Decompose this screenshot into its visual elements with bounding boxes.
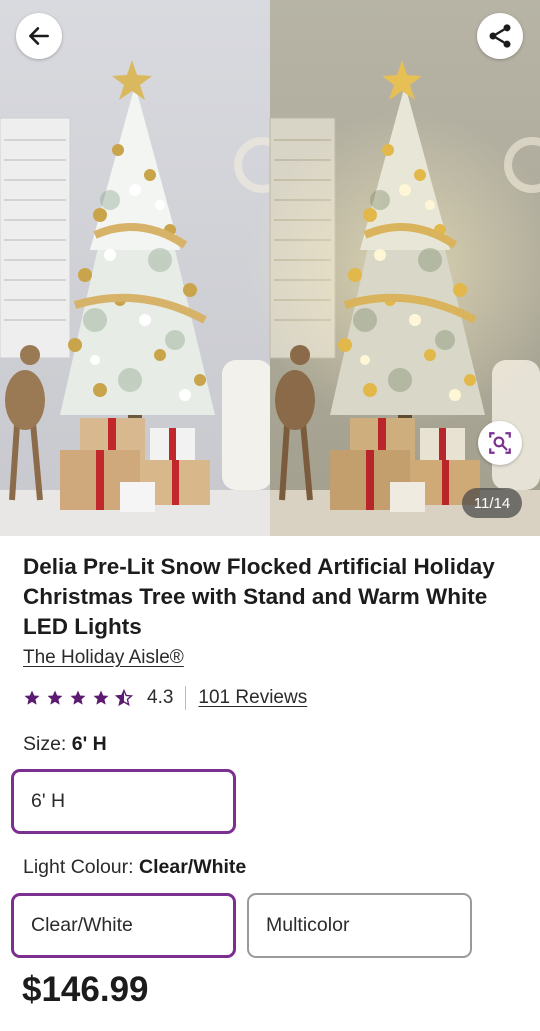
- light-colour-label-text: Light Colour:: [23, 856, 134, 878]
- light-option-multicolor[interactable]: Multicolor: [247, 893, 472, 958]
- star-rating: [23, 689, 133, 707]
- light-colour-label: Light Colour: Clear/White: [23, 856, 246, 879]
- star-icon: [24, 690, 40, 705]
- light-option-label: Clear/White: [31, 914, 133, 936]
- size-label: Size: 6' H: [23, 733, 107, 756]
- rating-row: 4.3 101 Reviews: [23, 684, 307, 712]
- size-option-label: 6' H: [31, 790, 66, 812]
- rating-value: 4.3: [147, 687, 174, 708]
- reviews-link[interactable]: 101 Reviews: [198, 687, 307, 709]
- product-title: Delia Pre-Lit Snow Flocked Artificial Ho…: [23, 554, 495, 639]
- brand-link[interactable]: The Holiday Aisle®: [23, 647, 184, 669]
- back-button[interactable]: [16, 13, 62, 59]
- image-counter: 11/14: [462, 488, 522, 518]
- share-button[interactable]: [477, 13, 523, 59]
- product-image-gallery[interactable]: 11/14: [0, 0, 540, 536]
- arrow-left-icon: [29, 27, 49, 45]
- light-option-label: Multicolor: [266, 914, 350, 936]
- size-label-text: Size:: [23, 733, 67, 755]
- star-half-icon: [115, 689, 133, 707]
- star-icon: [47, 690, 63, 705]
- size-option-6ft[interactable]: 6' H: [11, 769, 236, 834]
- rating-divider: [185, 686, 187, 710]
- share-icon: [489, 24, 511, 48]
- light-option-clear-white[interactable]: Clear/White: [11, 893, 236, 958]
- visual-search-button[interactable]: [478, 421, 522, 465]
- product-image: [0, 0, 540, 536]
- star-icon: [93, 690, 109, 705]
- visual-search-icon: [489, 432, 511, 454]
- light-colour-selected-value: Clear/White: [139, 856, 247, 878]
- product-price: $146.99: [22, 970, 149, 1009]
- size-selected-value: 6' H: [71, 733, 107, 755]
- star-icon: [70, 690, 86, 705]
